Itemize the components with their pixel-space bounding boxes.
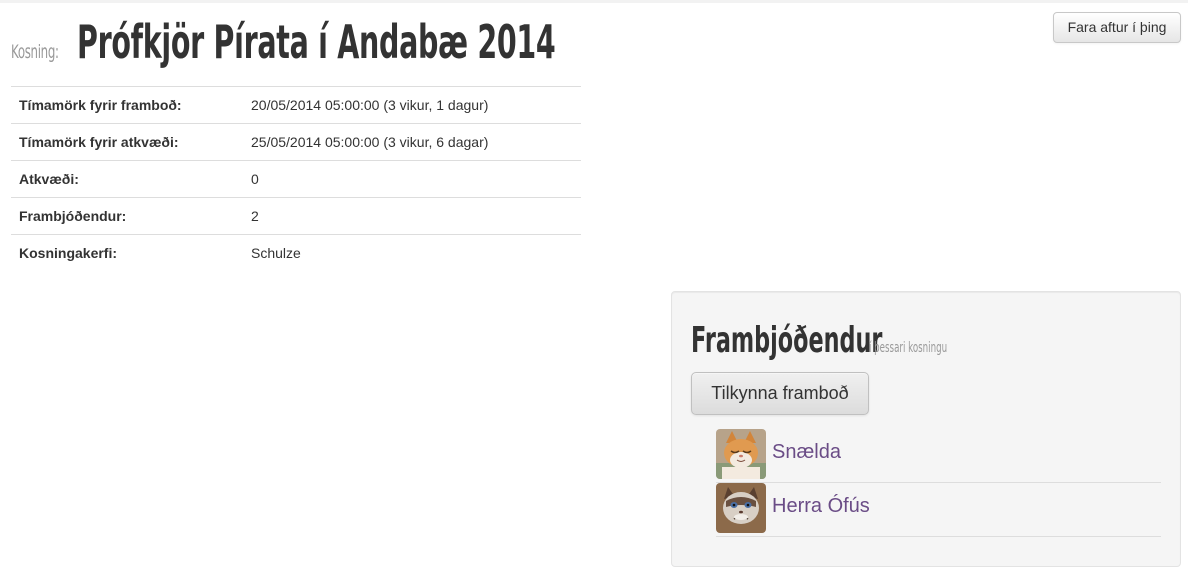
info-label: Frambjóðendur: <box>19 208 127 224</box>
title-prefix: Kosning: <box>11 41 59 63</box>
list-item[interactable]: Herra Ófús <box>716 483 1161 537</box>
info-label: Tímamörk fyrir atkvæði: <box>19 134 179 150</box>
candidate-name-link[interactable]: Herra Ófús <box>772 495 870 518</box>
table-row: Atkvæði: 0 <box>11 160 581 198</box>
info-value: 25/05/2014 05:00:00 (3 vikur, 6 dagar) <box>251 134 489 150</box>
info-label: Atkvæði: <box>19 171 79 187</box>
info-value: 2 <box>251 208 259 224</box>
election-title: Prófkjör Pírata í Andabæ 2014 <box>77 15 556 69</box>
info-value: Schulze <box>251 245 301 262</box>
top-bar <box>0 0 1188 3</box>
table-row: Tímamörk fyrir atkvæði: 25/05/2014 05:00… <box>11 123 581 161</box>
table-row: Tímamörk fyrir framboð: 20/05/2014 05:00… <box>11 86 581 124</box>
table-row: Kosningakerfi: Schulze <box>11 234 581 272</box>
info-value: 0 <box>251 171 259 187</box>
announce-candidacy-button[interactable]: Tilkynna framboð <box>691 372 869 415</box>
candidates-title: Frambjóðendur <box>691 320 883 361</box>
candidates-panel: Frambjóðendur í þessari kosningu Tilkynn… <box>671 291 1181 567</box>
back-to-assembly-button[interactable]: Fara aftur í þing <box>1053 12 1181 43</box>
info-label: Kosningakerfi: <box>19 245 118 262</box>
candidate-list: Snælda Herra Ófús <box>716 429 1161 537</box>
election-info-table: Tímamörk fyrir framboð: 20/05/2014 05:00… <box>11 86 581 272</box>
candidate-name-link[interactable]: Snælda <box>772 441 841 464</box>
table-row: Frambjóðendur: 2 <box>11 197 581 235</box>
candidates-subtitle: í þessari kosningu <box>869 340 948 356</box>
info-value: 20/05/2014 05:00:00 (3 vikur, 1 dagur) <box>251 97 489 113</box>
orange-cat-avatar <box>716 429 766 479</box>
candidates-heading: Frambjóðendur í þessari kosningu <box>691 320 1000 362</box>
info-label: Tímamörk fyrir framboð: <box>19 97 182 113</box>
grumpy-cat-avatar <box>716 483 766 533</box>
list-item[interactable]: Snælda <box>716 429 1161 483</box>
